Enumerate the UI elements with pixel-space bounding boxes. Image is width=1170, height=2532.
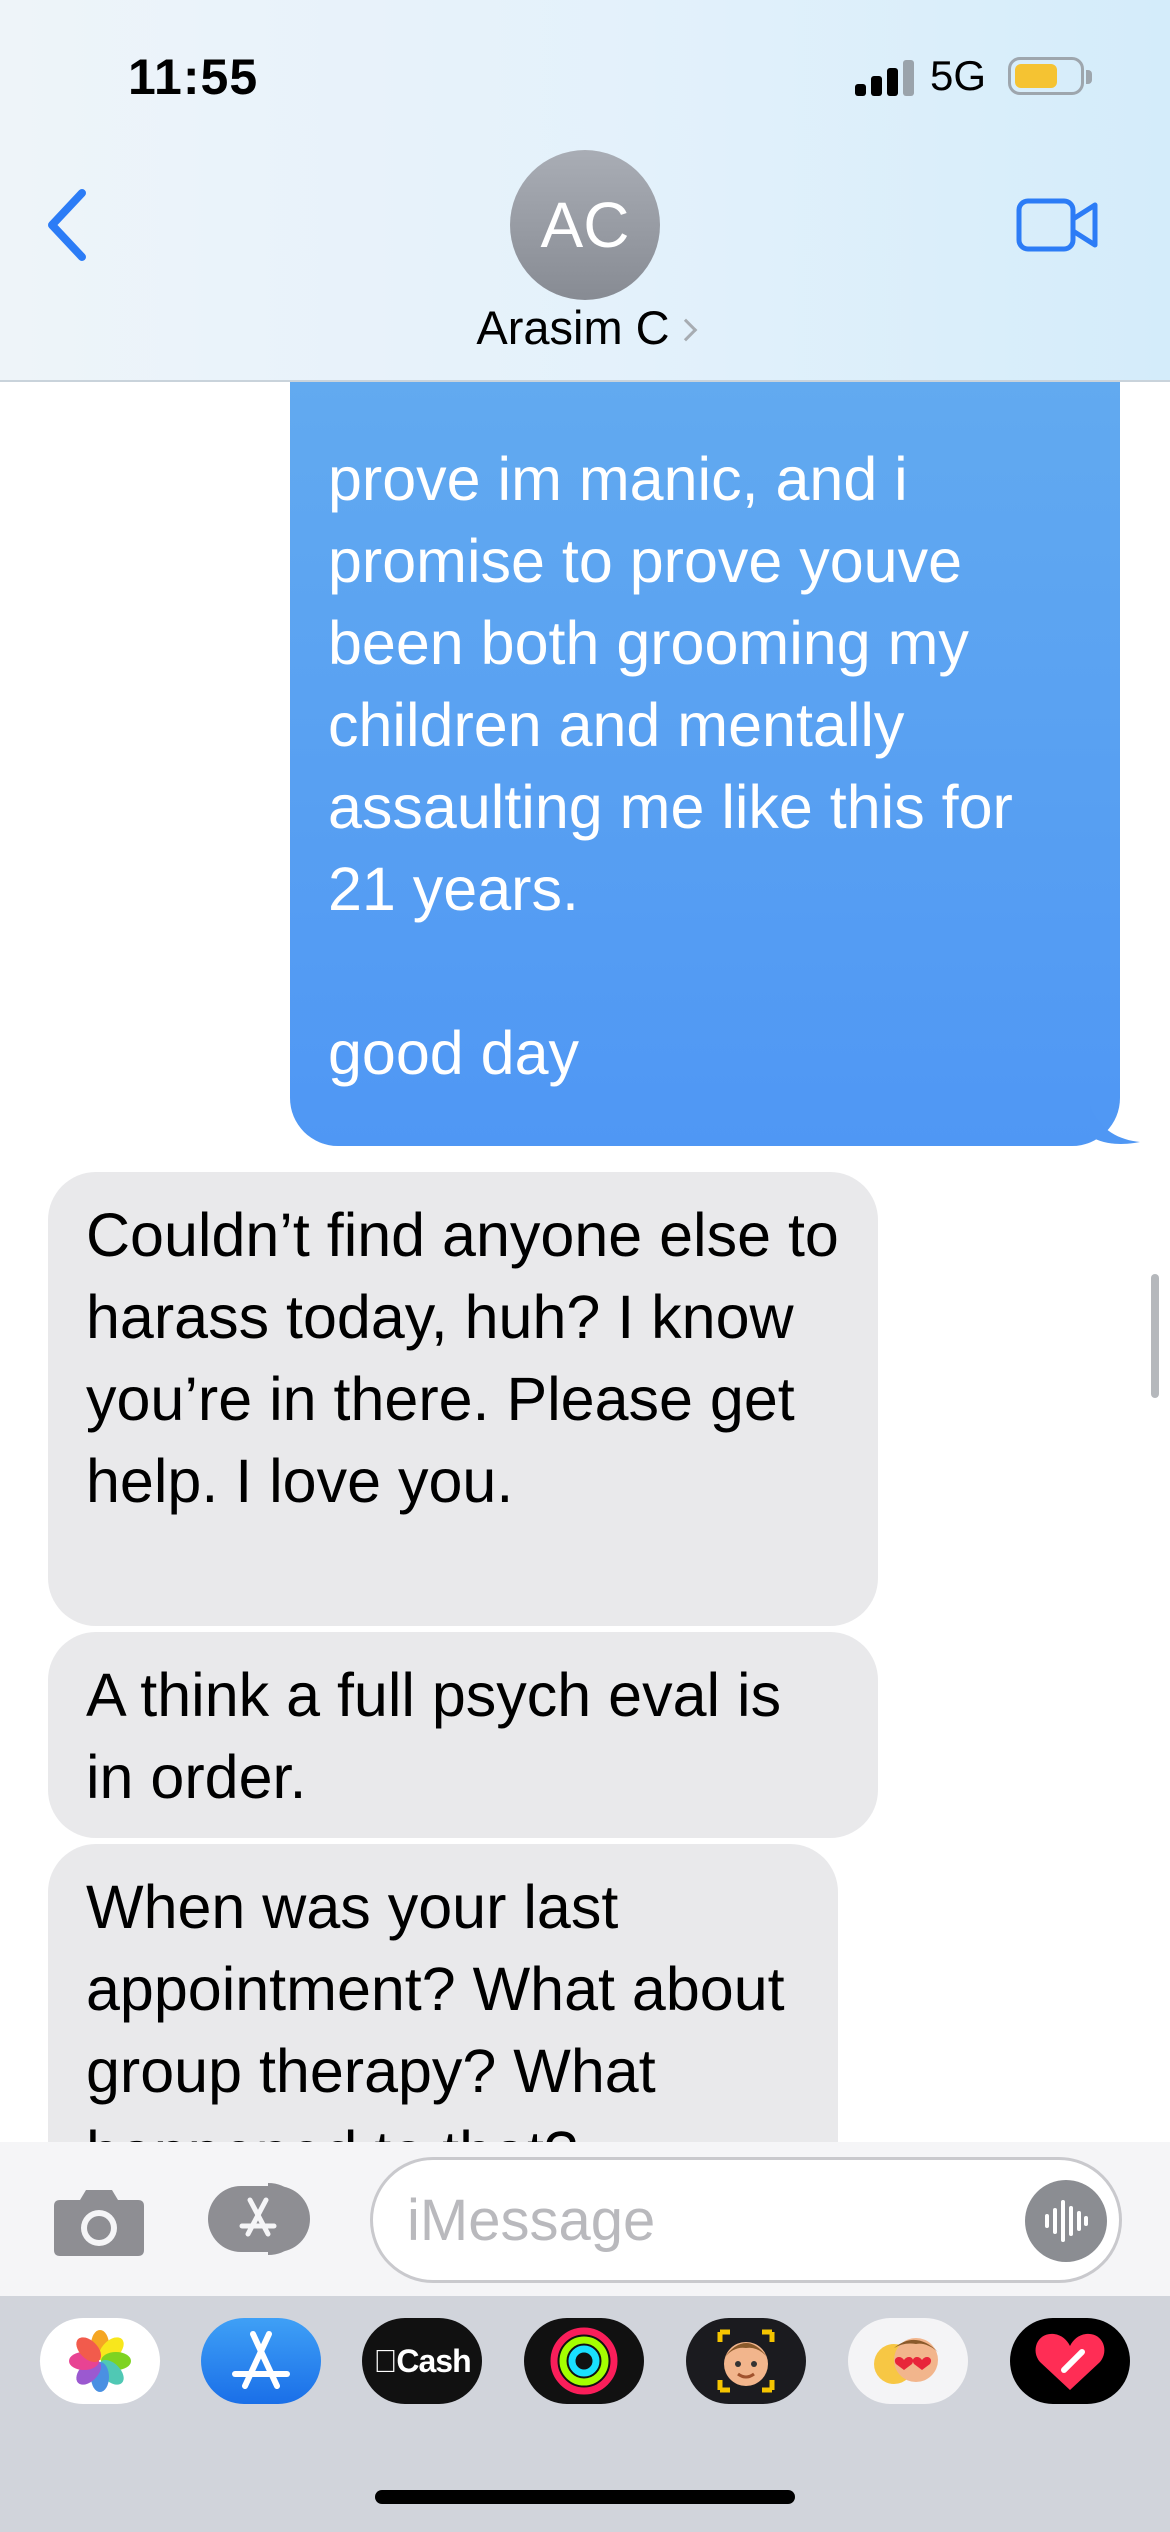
contact-name: Arasim C [476, 301, 670, 354]
back-button[interactable] [40, 185, 100, 265]
photos-app-icon[interactable] [40, 2318, 160, 2404]
cash-app-icon[interactable]: Cash [362, 2318, 482, 2404]
heart-icon [1035, 2333, 1105, 2390]
message-list[interactable]: prove im manic, and i promise to prove y… [0, 382, 1170, 2142]
waveform-icon [1045, 2200, 1088, 2242]
app-store-a-icon [232, 2331, 290, 2389]
home-indicator[interactable] [375, 2490, 795, 2504]
dictation-button[interactable] [1025, 2180, 1107, 2262]
contact-avatar[interactable]: AC [510, 150, 660, 300]
activity-app-icon[interactable] [524, 2318, 644, 2404]
photos-flower-icon [69, 2330, 131, 2392]
message-input[interactable] [407, 2160, 1027, 2280]
received-message-bubble[interactable]: A think a full psych eval is in order. [48, 1632, 878, 1838]
camera-button[interactable] [52, 2184, 146, 2258]
app-store-app-icon[interactable] [201, 2318, 321, 2404]
animoji-stickers-app-icon[interactable] [848, 2318, 968, 2404]
video-camera-icon [1016, 198, 1098, 252]
scroll-indicator[interactable] [1151, 1274, 1159, 1398]
message-input-bar [0, 2142, 1170, 2296]
conversation-header: 11:55 5G AC Arasim C [0, 0, 1170, 382]
imessage-field[interactable] [370, 2157, 1122, 2283]
battery-icon [1008, 57, 1084, 95]
cash-label: Cash [384, 2343, 471, 2379]
camera-icon [54, 2190, 144, 2256]
received-message-bubble[interactable]: Couldn’t find anyone else to harass toda… [48, 1172, 878, 1626]
network-type: 5G [930, 52, 987, 99]
chevron-left-icon [48, 189, 86, 261]
digital-touch-app-icon[interactable] [1010, 2318, 1130, 2404]
facetime-video-button[interactable] [1015, 195, 1100, 255]
cellular-signal-icon [855, 58, 915, 96]
battery-level [1015, 64, 1057, 88]
received-message-bubble[interactable]: When was your last appointment? What abo… [48, 1844, 838, 2142]
sent-message-bubble[interactable]: prove im manic, and i promise to prove y… [290, 382, 1120, 1146]
sent-bubble-tail [1090, 1106, 1140, 1144]
contact-name-button[interactable]: Arasim C [0, 300, 1170, 355]
battery-cap [1086, 70, 1092, 84]
status-time: 11:55 [128, 49, 259, 105]
apps-button[interactable] [206, 2182, 320, 2256]
memoji-app-icon[interactable] [686, 2318, 806, 2404]
memoji-stickers-icon [874, 2338, 938, 2384]
memoji-face-icon [717, 2329, 775, 2393]
app-store-icon [208, 2183, 310, 2255]
activity-rings-icon [550, 2327, 618, 2395]
chevron-right-icon [674, 318, 697, 342]
apple-logo-icon:  [373, 2343, 397, 2379]
